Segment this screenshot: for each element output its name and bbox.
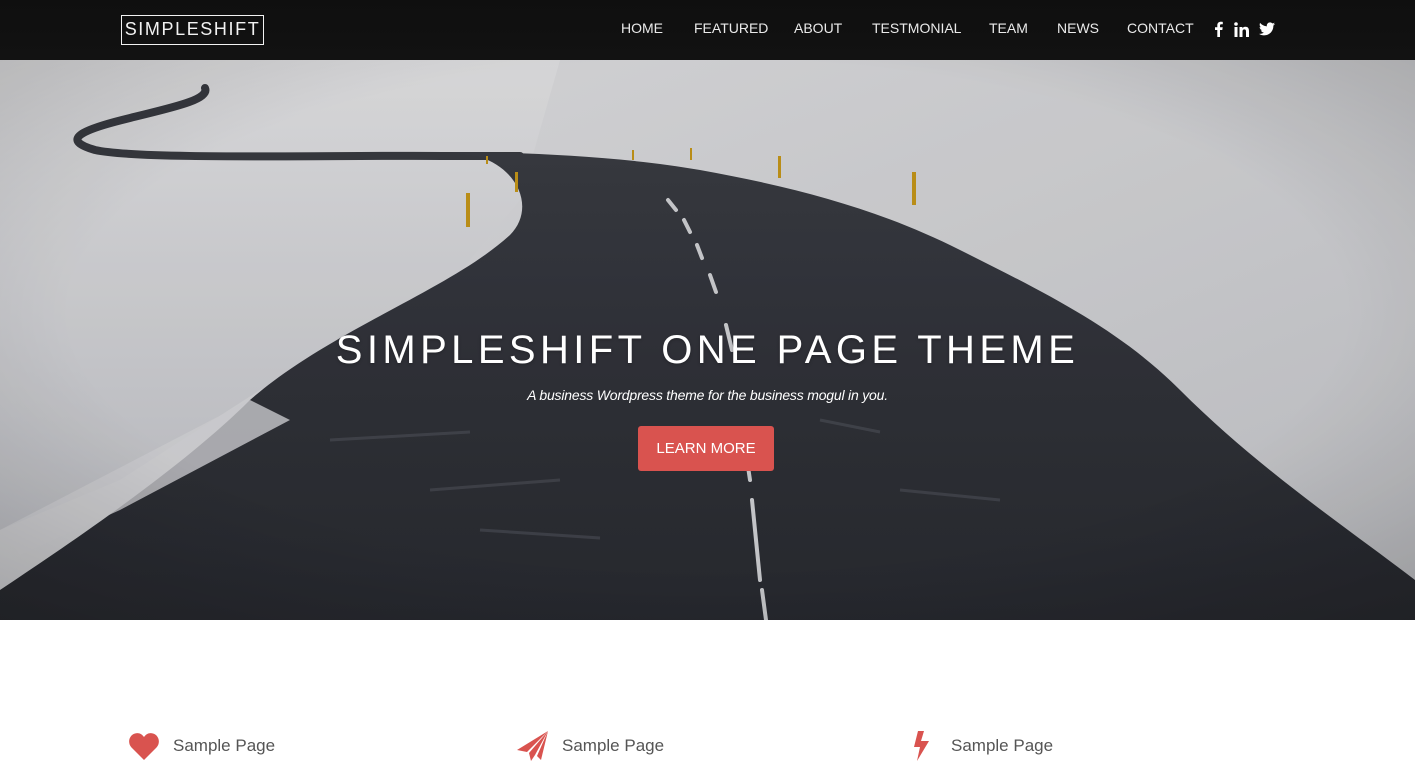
hero-section: SIMPLESHIFT ONE PAGE THEME A business Wo… <box>0 60 1415 620</box>
twitter-link[interactable] <box>1258 18 1275 40</box>
nav-about[interactable]: ABOUT <box>794 20 842 36</box>
navbar: SIMPLESHIFT HOME FEATURED ABOUT TESTMONI… <box>0 0 1415 60</box>
facebook-link[interactable] <box>1212 18 1224 40</box>
hero-title: SIMPLESHIFT ONE PAGE THEME <box>335 328 1080 372</box>
linkedin-link[interactable] <box>1232 18 1250 40</box>
nav-team[interactable]: TEAM <box>989 20 1028 36</box>
nav-testmonial[interactable]: TESTMONIAL <box>872 20 961 36</box>
heart-icon <box>127 730 161 762</box>
bolt-icon <box>905 730 939 762</box>
hero-subtitle: A business Wordpress theme for the busin… <box>527 387 888 403</box>
feature-item-1[interactable]: Sample Page <box>127 730 275 762</box>
nav-featured[interactable]: FEATURED <box>694 20 768 36</box>
brand-logo[interactable]: SIMPLESHIFT <box>121 15 264 45</box>
nav-home[interactable]: HOME <box>621 20 663 36</box>
feature-item-2[interactable]: Sample Page <box>516 730 664 762</box>
learn-more-button[interactable]: LEARN MORE <box>638 426 774 471</box>
feature-label: Sample Page <box>951 736 1054 755</box>
twitter-icon <box>1258 22 1275 36</box>
nav-news[interactable]: NEWS <box>1057 20 1099 36</box>
nav-contact[interactable]: CONTACT <box>1127 20 1194 36</box>
feature-label: Sample Page <box>562 736 665 755</box>
feature-label: Sample Page <box>173 736 276 755</box>
paper-plane-icon <box>516 730 550 762</box>
facebook-icon <box>1214 21 1223 37</box>
feature-item-3[interactable]: Sample Page <box>905 730 1053 762</box>
linkedin-icon <box>1233 21 1249 37</box>
